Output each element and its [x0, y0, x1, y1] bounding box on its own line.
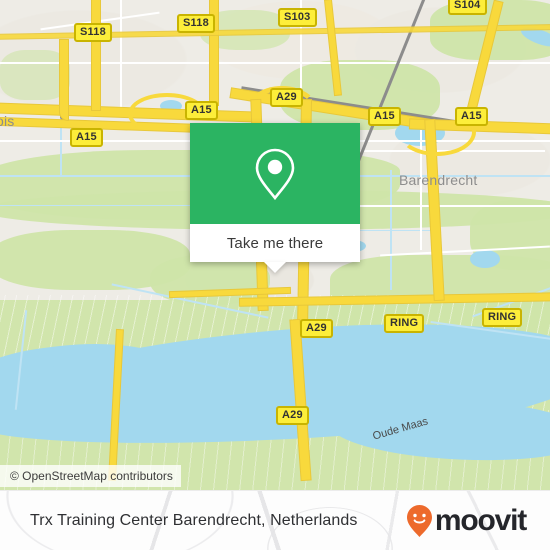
- map-attribution[interactable]: © OpenStreetMap contributors: [0, 465, 181, 487]
- moovit-pin-smile-icon: [406, 505, 432, 537]
- footer-bar: Trx Training Center Barendrecht, Netherl…: [0, 490, 550, 550]
- map-place-label: ois: [0, 113, 15, 129]
- moovit-wordmark: moovit: [434, 504, 527, 537]
- road-shield-s104: S104: [448, 0, 487, 15]
- road-shield-ring: RING: [384, 314, 425, 333]
- map-minor-road: [360, 205, 550, 207]
- map-pond: [470, 250, 500, 268]
- location-title: Trx Training Center Barendrecht, Netherl…: [30, 512, 358, 529]
- map-canvas[interactable]: S118 S118 S103 S104 A15 A29 A15 A15 A15 …: [0, 0, 550, 490]
- road-shield-a15: A15: [368, 107, 401, 126]
- road-shield-ring: RING: [482, 308, 523, 327]
- popup-pointer-arrow: [264, 262, 286, 273]
- map-place-label-barendrecht: Barendrecht: [399, 172, 478, 188]
- road-shield-s118: S118: [74, 23, 112, 42]
- popup-action-label: Take me there: [226, 234, 324, 252]
- map-highway-s118: [60, 40, 68, 120]
- map-minor-road: [0, 62, 550, 64]
- road-shield-a29: A29: [270, 88, 303, 107]
- road-shield-s118: S118: [177, 14, 215, 33]
- road-shield-a15: A15: [455, 107, 488, 126]
- popup-action-button[interactable]: Take me there: [190, 224, 360, 262]
- road-shield-a15: A15: [185, 101, 218, 120]
- road-shield-a29: A29: [276, 406, 309, 425]
- location-popup-card[interactable]: Take me there: [190, 123, 360, 273]
- map-screenshot: S118 S118 S103 S104 A15 A29 A15 A15 A15 …: [0, 0, 550, 550]
- road-shield-a29: A29: [300, 319, 333, 338]
- road-shield-a15: A15: [70, 128, 103, 147]
- road-shield-s103: S103: [278, 8, 317, 27]
- popup-icon-area: [190, 123, 360, 224]
- map-pin-icon: [255, 148, 295, 200]
- moovit-logo[interactable]: moovit: [406, 491, 527, 550]
- map-highway-s118: [92, 0, 100, 110]
